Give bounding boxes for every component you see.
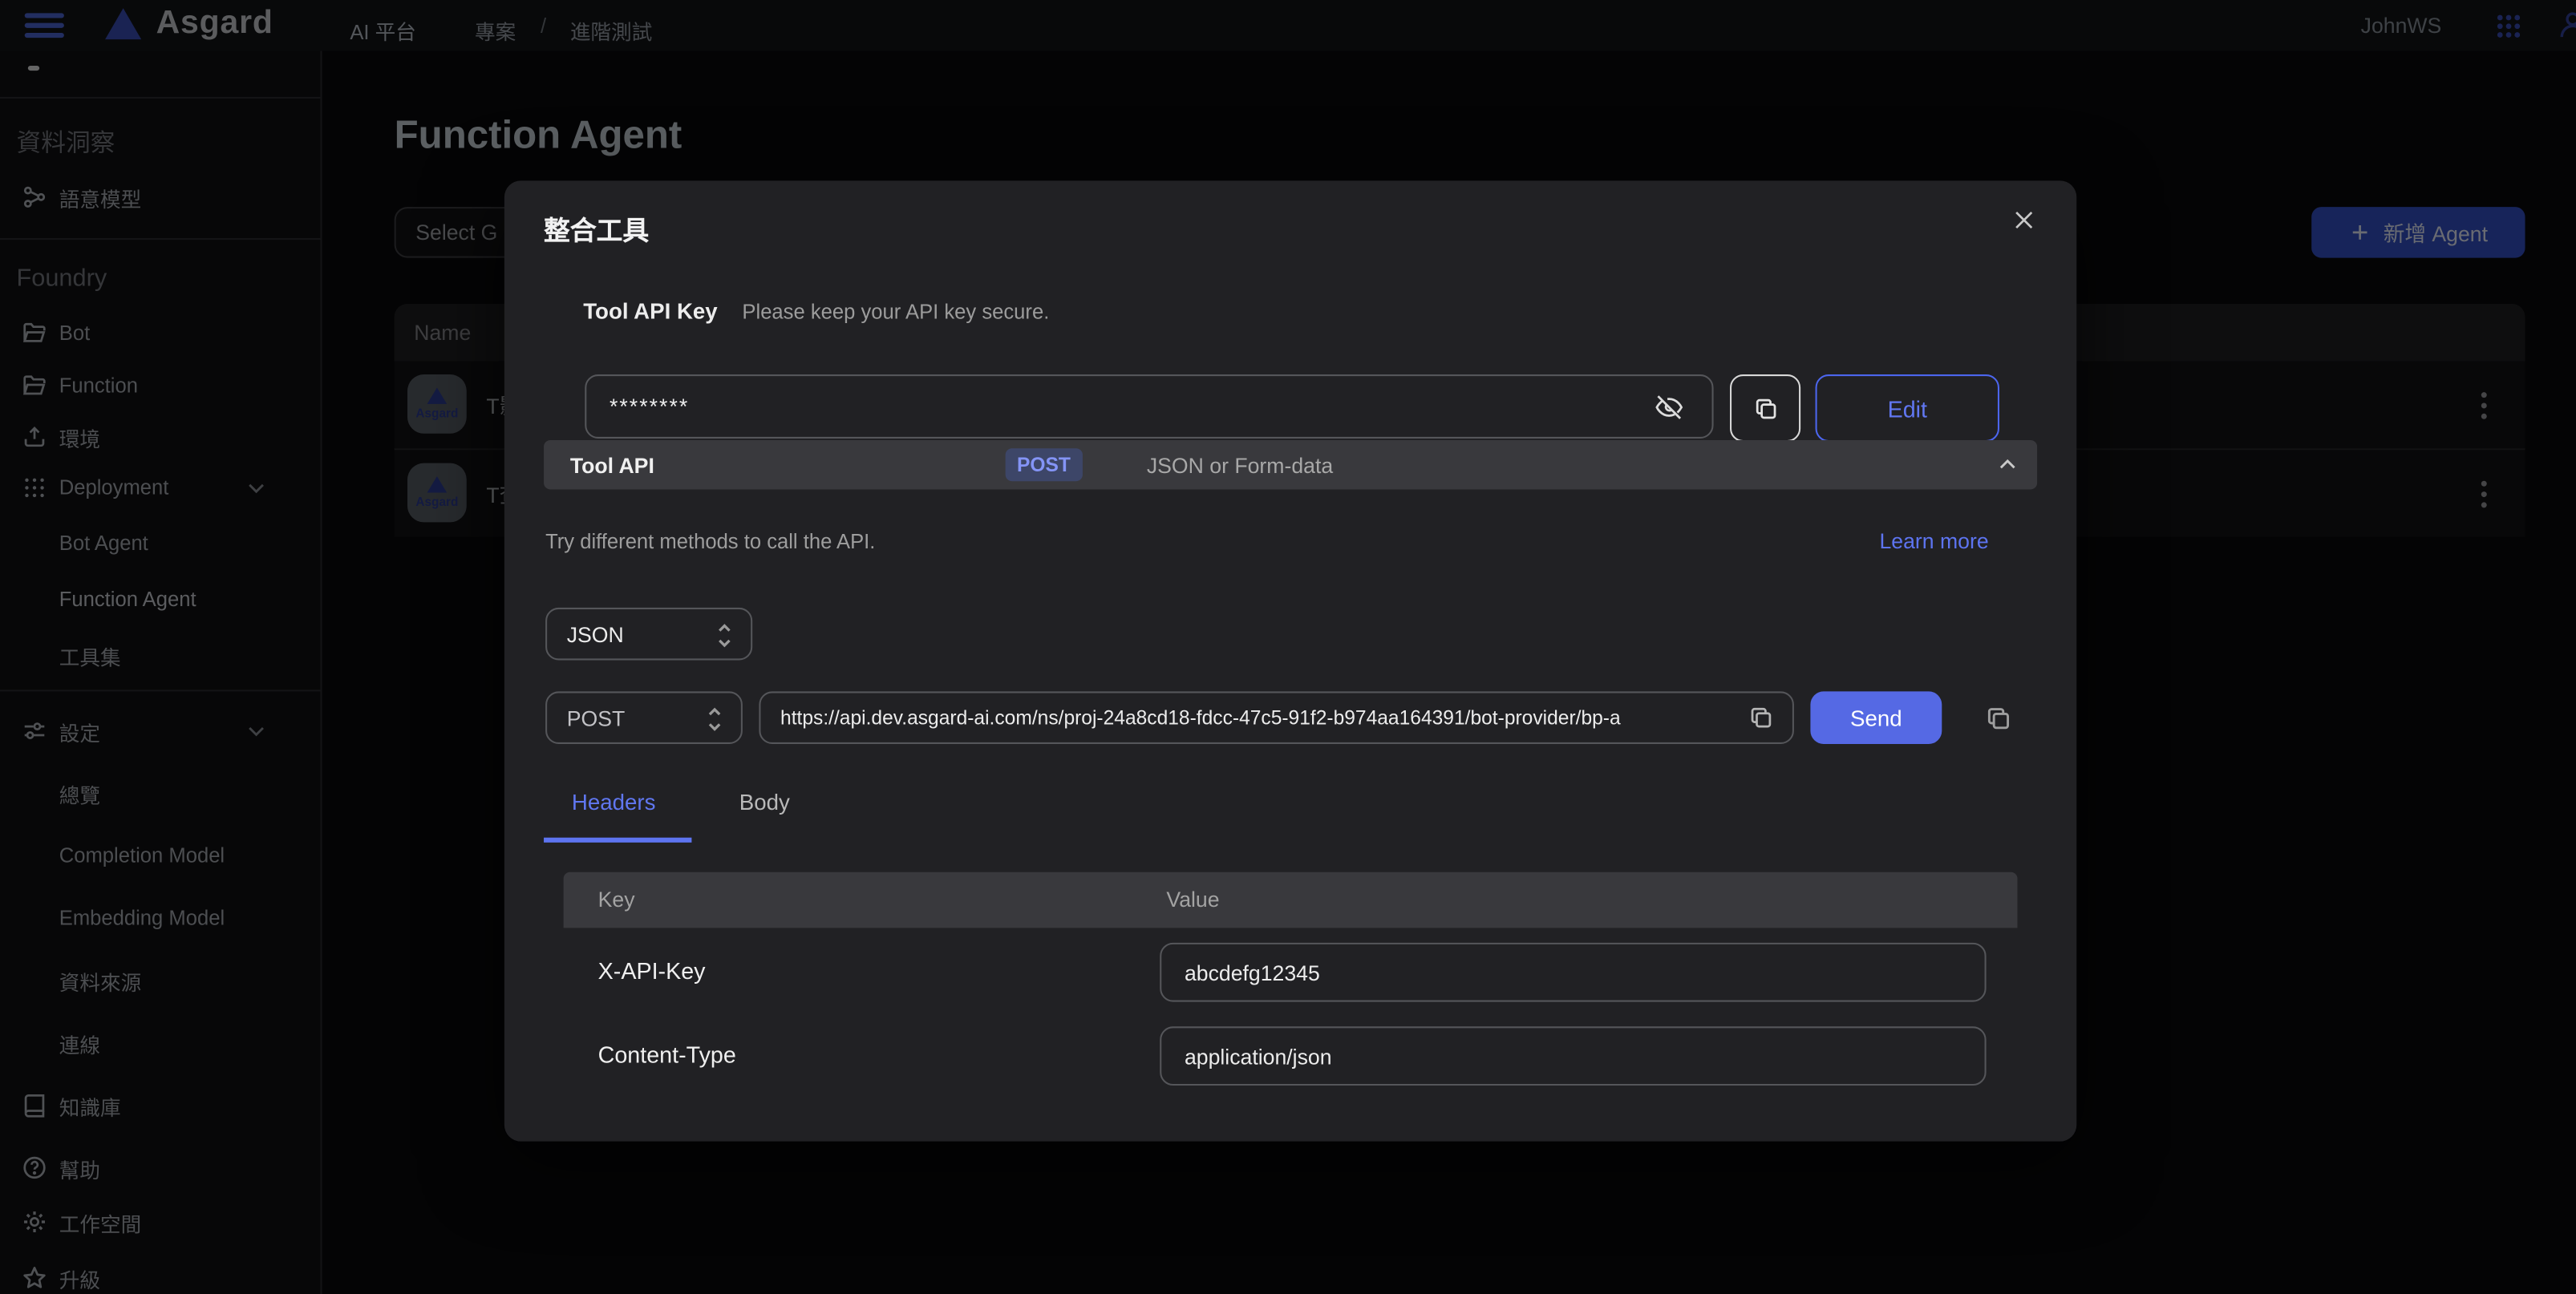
method-badge: POST (1006, 448, 1083, 481)
header-key-label: X-API-Key (598, 957, 706, 984)
column-key: Key (598, 887, 635, 912)
close-icon[interactable] (2011, 207, 2037, 233)
learn-more-link[interactable]: Learn more (1879, 529, 1988, 554)
edit-api-key-button[interactable]: Edit (1816, 374, 1999, 442)
api-key-label: Tool API Key (583, 299, 717, 324)
header-key-label: Content-Type (598, 1041, 736, 1068)
copy-icon (1752, 395, 1779, 422)
format-select-value: JSON (567, 621, 624, 646)
tool-api-accordion-bar[interactable]: Tool API POST JSON or Form-data (544, 440, 2037, 489)
send-button[interactable]: Send (1810, 691, 1942, 744)
header-value-input[interactable] (1160, 1026, 1986, 1086)
headers-table-header: Key Value (564, 872, 2018, 928)
method-select[interactable]: POST (545, 691, 743, 744)
format-hint: JSON or Form-data (1147, 453, 1333, 478)
api-key-hint: Please keep your API key secure. (742, 301, 1049, 324)
tool-api-label: Tool API (570, 453, 654, 478)
chevron-up-icon (1996, 453, 2019, 476)
eye-off-icon[interactable] (1655, 393, 1684, 423)
select-updown-icon (715, 621, 735, 647)
column-value: Value (1166, 887, 1219, 912)
active-tab-underline (544, 838, 691, 842)
copy-request-icon[interactable] (1985, 705, 2013, 733)
header-value-input[interactable] (1160, 943, 1986, 1002)
api-key-label-row: Tool API Key Please keep your API key se… (583, 299, 1049, 324)
format-select[interactable]: JSON (545, 608, 752, 661)
select-updown-icon (705, 705, 725, 731)
tab-headers[interactable]: Headers (572, 790, 656, 815)
api-description: Try different methods to call the API. (545, 531, 875, 554)
integration-tool-modal: 整合工具 Tool API Key Please keep your API k… (504, 180, 2076, 1141)
app-viewport: Asgard AI 平台 專案 / 進階測試 JohnWS 資料洞察 (0, 0, 2576, 1294)
tab-body[interactable]: Body (739, 790, 790, 815)
copy-api-key-button[interactable] (1730, 374, 1800, 442)
copy-url-icon[interactable] (1748, 705, 1775, 731)
request-url-input[interactable] (759, 691, 1794, 744)
modal-title: 整合工具 (544, 208, 649, 248)
api-key-input[interactable] (585, 374, 1713, 439)
method-select-value: POST (567, 706, 626, 730)
